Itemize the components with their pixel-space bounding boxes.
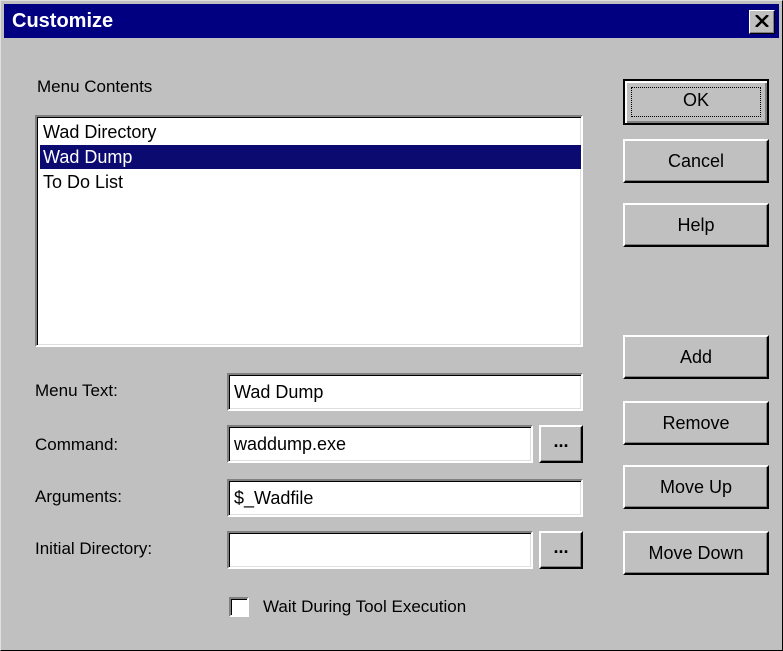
wait-checkbox[interactable] — [229, 597, 249, 617]
command-browse-button[interactable]: ... — [539, 425, 583, 463]
initial-directory-label: Initial Directory: — [35, 539, 153, 558]
remove-button-label: Remove — [662, 413, 730, 433]
menu-contents-label-text: Menu Contents — [37, 77, 153, 96]
command-value: waddump.exe — [234, 434, 347, 454]
title-bar: Customize — [4, 4, 779, 38]
help-button-label: Help — [677, 215, 715, 235]
move-down-button[interactable]: Move Down — [623, 531, 769, 575]
arguments-value: $_Wadfile — [234, 488, 314, 508]
add-button[interactable]: Add — [623, 335, 769, 379]
menu-contents-list[interactable]: Wad Directory Wad Dump To Do List — [35, 115, 583, 347]
ok-button[interactable]: OK — [623, 79, 769, 125]
initial-directory-browse-button[interactable]: ... — [539, 531, 583, 569]
close-icon — [755, 15, 769, 27]
cancel-button-label: Cancel — [667, 151, 725, 171]
command-label: Command: — [35, 435, 119, 454]
command-field[interactable]: waddump.exe — [227, 425, 533, 463]
help-button[interactable]: Help — [623, 203, 769, 247]
cancel-button[interactable]: Cancel — [623, 139, 769, 183]
remove-button[interactable]: Remove — [623, 401, 769, 445]
menu-text-field[interactable]: Wad Dump — [227, 373, 583, 411]
move-down-button-label: Move Down — [648, 543, 744, 563]
add-button-label: Add — [679, 347, 713, 367]
menu-contents-label: Menu Contents — [37, 77, 152, 97]
list-item[interactable]: To Do List — [40, 170, 581, 194]
wait-checkbox-label[interactable]: Wait During Tool Execution — [263, 597, 466, 617]
move-up-button-label: Move Up — [659, 477, 733, 497]
window-title: Customize — [12, 10, 114, 32]
arguments-label: Arguments: — [35, 487, 122, 506]
arguments-field[interactable]: $_Wadfile — [227, 479, 583, 517]
customize-dialog: Customize Menu Contents Wad Directory Wa… — [0, 0, 783, 651]
move-up-button[interactable]: Move Up — [623, 465, 769, 509]
list-item[interactable]: Wad Directory — [40, 120, 581, 144]
close-button[interactable] — [749, 10, 775, 34]
menu-text-label: Menu Text: — [35, 381, 118, 400]
list-item-selected[interactable]: Wad Dump — [40, 145, 581, 169]
initial-directory-field[interactable] — [227, 531, 533, 569]
menu-text-value: Wad Dump — [234, 382, 324, 402]
focus-rect — [631, 87, 761, 117]
